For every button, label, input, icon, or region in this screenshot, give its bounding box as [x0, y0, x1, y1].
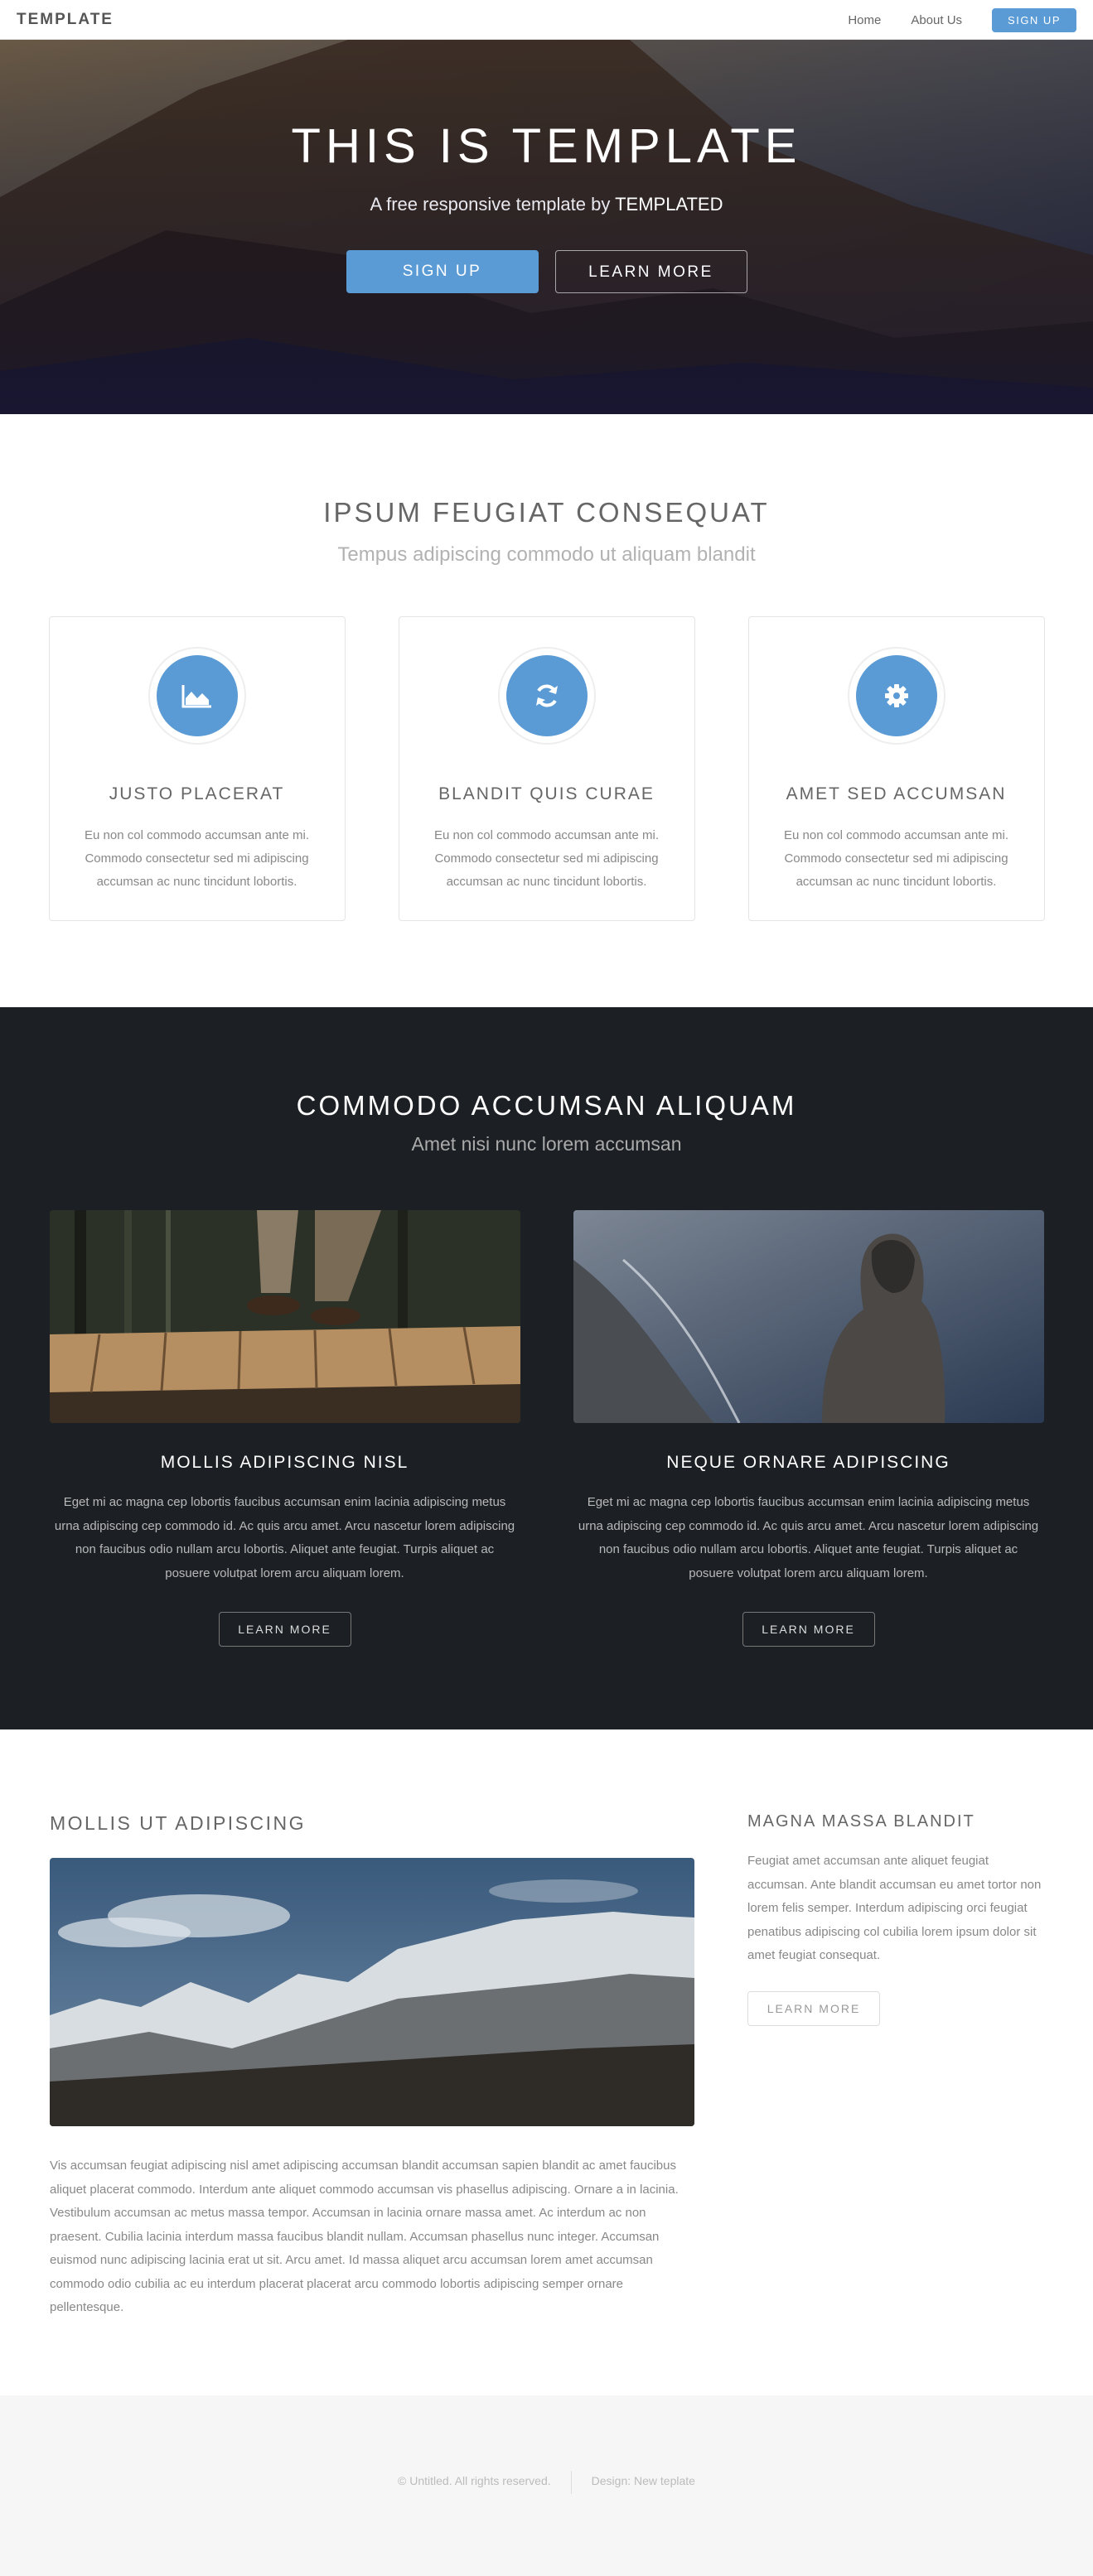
dark-column-title: MOLLIS ADIPISCING NISL [160, 1453, 409, 1472]
main-article: MOLLIS UT ADIPISCING Vis accumsan feugia… [50, 1812, 694, 2320]
dark-column: MOLLIS ADIPISCING NISL Eget mi ac magna … [49, 1210, 520, 1647]
nav-signup-button[interactable]: SIGN UP [992, 7, 1076, 32]
hero-signup-button[interactable]: SIGN UP [346, 250, 539, 293]
feature-card-title: AMET SED ACCUMSAN [786, 784, 1007, 803]
dark-column-text: Eget mi ac magna cep lobortis faucibus a… [54, 1495, 515, 1580]
feature-card-text: Eu non col commodo accumsan ante mi. Com… [434, 828, 659, 889]
hero-subtitle-text: A free responsive template by [370, 194, 611, 215]
hero-subtitle: A free responsive template by TEMPLATED [0, 194, 1093, 215]
hero-actions: SIGN UP LEARN MORE [0, 250, 1093, 293]
snowy-mountains-image [50, 1858, 694, 2126]
feature-cards: JUSTO PLACERAT Eu non col commodo accums… [0, 616, 1093, 921]
site-header: TEMPLATE Home About Us SIGN UP [0, 0, 1093, 40]
learn-more-button[interactable]: LEARN MORE [218, 1612, 351, 1647]
sidebar-text: Feugiat amet accumsan ante aliquet feugi… [747, 1854, 1042, 1962]
gear-icon [855, 655, 937, 736]
main-article-title: MOLLIS UT ADIPISCING [50, 1812, 307, 1834]
dark-section: COMMODO ACCUMSAN ALIQUAM Amet nisi nunc … [0, 1007, 1093, 1729]
site-logo[interactable]: TEMPLATE [17, 11, 114, 29]
dark-column-title: NEQUE ORNARE ADIPISCING [666, 1453, 950, 1472]
dark-column-text: Eget mi ac magna cep lobortis faucibus a… [578, 1495, 1039, 1580]
card-icon-ring [847, 647, 945, 745]
feature-card-text: Eu non col commodo accumsan ante mi. Com… [784, 828, 1008, 889]
card-icon-ring [148, 647, 246, 745]
hero-brand-link[interactable]: TEMPLATED [615, 194, 723, 215]
card-icon-ring [497, 647, 596, 745]
main-article-text: Vis accumsan feugiat adipiscing nisl ame… [50, 2159, 679, 2314]
learn-more-button[interactable]: LEARN MORE [742, 1612, 875, 1647]
feature-card: BLANDIT QUIS CURAE Eu non col commodo ac… [398, 616, 695, 921]
features-title: IPSUM FEUGIAT CONSEQUAT [323, 497, 770, 528]
feature-card: AMET SED ACCUMSAN Eu non col commodo acc… [747, 616, 1045, 921]
main-content-section: MOLLIS UT ADIPISCING Vis accumsan feugia… [0, 1729, 1093, 2395]
hero-title: THIS IS TEMPLATE [291, 119, 802, 173]
hero-content: THIS IS TEMPLATE A free responsive templ… [0, 118, 1093, 293]
features-subtitle: Tempus adipiscing commodo ut aliquam bla… [337, 543, 756, 566]
dark-columns: MOLLIS ADIPISCING NISL Eget mi ac magna … [0, 1210, 1093, 1647]
hero-learn-more-button[interactable]: LEARN MORE [554, 250, 747, 293]
footer-copyright: © Untitled. All rights reserved. [398, 2474, 551, 2487]
refresh-icon [505, 655, 588, 736]
nav-link-about-us[interactable]: About Us [911, 13, 962, 27]
feature-card: JUSTO PLACERAT Eu non col commodo accums… [48, 616, 346, 921]
main-nav: Home About Us SIGN UP [848, 0, 1076, 40]
sidebar-learn-more-button[interactable]: LEARN MORE [747, 1990, 880, 2026]
sidebar-title: MAGNA MASSA BLANDIT [747, 1812, 975, 1831]
hooded-figure-beach-image [573, 1210, 1044, 1423]
sidebar: MAGNA MASSA BLANDIT Feugiat amet accumsa… [747, 1812, 1044, 2026]
forest-boardwalk-image [49, 1210, 520, 1423]
feature-card-title: JUSTO PLACERAT [109, 784, 285, 803]
footer-credit-link[interactable]: Design: New teplate [572, 2474, 715, 2487]
nav-link-home[interactable]: Home [848, 13, 881, 27]
area-chart-icon [156, 655, 238, 736]
dark-section-subtitle: Amet nisi nunc lorem accumsan [411, 1133, 682, 1155]
dark-section-title: COMMODO ACCUMSAN ALIQUAM [296, 1090, 797, 1121]
features-section: IPSUM FEUGIAT CONSEQUAT Tempus adipiscin… [0, 414, 1093, 1007]
dark-column: NEQUE ORNARE ADIPISCING Eget mi ac magna… [573, 1210, 1044, 1647]
hero-banner: THIS IS TEMPLATE A free responsive templ… [0, 40, 1093, 414]
feature-card-title: BLANDIT QUIS CURAE [438, 784, 655, 803]
site-footer: © Untitled. All rights reserved. Design:… [0, 2395, 1093, 2576]
feature-card-text: Eu non col commodo accumsan ante mi. Com… [85, 828, 309, 889]
